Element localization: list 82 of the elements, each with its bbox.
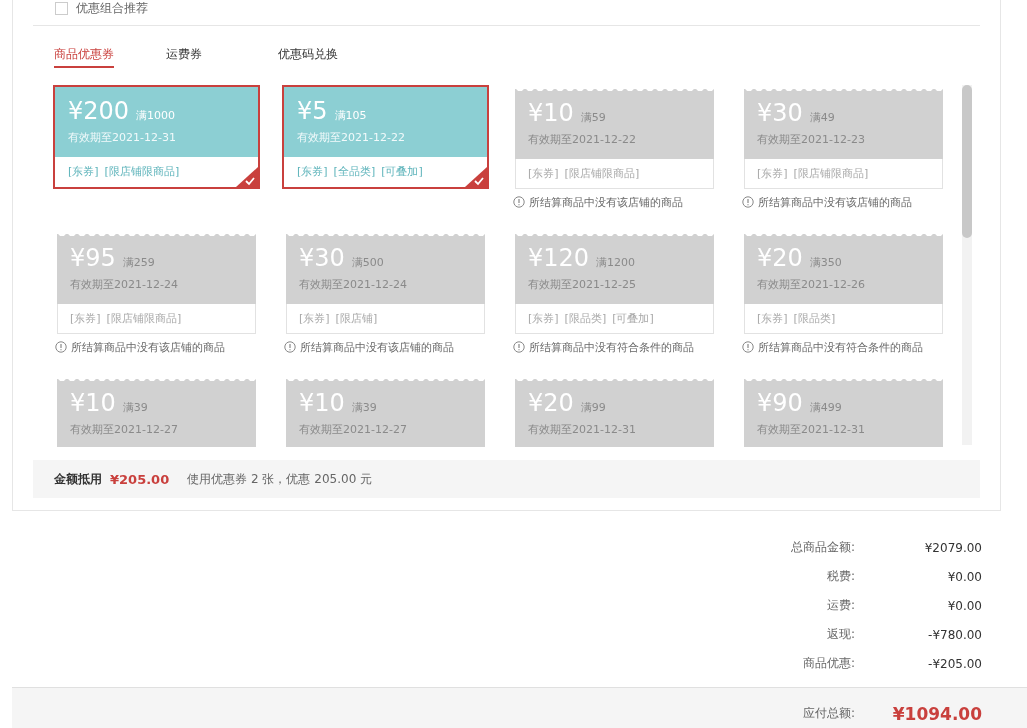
scrollbar[interactable] [962,85,972,445]
coupon-condition: 满105 [334,108,367,123]
coupon-amount: ¥200 [68,97,130,125]
discount-label: 金额抵用 [54,470,102,488]
coupon-condition: 满99 [580,400,606,415]
check-corner-icon [465,167,487,187]
summary-value: -¥780.00 [927,627,982,642]
tab[interactable]: 优惠码兑换 [278,46,338,68]
coupon-amount: ¥5 [297,97,328,125]
coupon-tag: [东券] [70,311,101,326]
coupon[interactable]: ¥200 满1000 有效期至2021-12-31 [东券] [限店铺限商品] [53,85,260,189]
coupon-warning: 所结算商品中没有该店铺的商品 [758,194,912,210]
coupon-condition: 满259 [122,255,155,270]
coupon-condition: 满39 [122,400,148,415]
checkbox[interactable] [55,1,68,15]
coupon-tag: [限品类] [564,311,607,326]
coupon-tag: [全品类] [333,164,376,179]
coupon-tag: [东券] [68,164,99,179]
total-value: ¥1094.00 [891,703,982,724]
info-icon [284,341,296,353]
coupon-expiry: 有效期至2021-12-25 [528,277,637,292]
coupon-tag: [东券] [299,311,330,326]
coupon-condition: 满49 [809,110,835,125]
coupon-warning: 所结算商品中没有符合条件的商品 [529,339,694,355]
summary-label: 运费: [825,597,855,614]
summary-label: 商品优惠: [801,655,855,672]
coupon-expiry: 有效期至2021-12-22 [528,132,637,147]
discount-note: 使用优惠券 2 张，优惠 205.00 元 [187,470,373,488]
summary-label: 总商品金额: [789,539,855,556]
summary-label: 返现: [825,626,855,643]
coupon-tag: [可叠加] [381,164,423,179]
info-icon [742,196,754,208]
coupon-tag: [可叠加] [612,311,654,326]
coupon-expiry: 有效期至2021-12-24 [70,277,179,292]
coupon-tag: [限店铺限商品] [564,166,640,181]
info-icon [55,341,67,353]
coupon-tag: [东券] [528,166,559,181]
info-icon [742,341,754,353]
coupon-tag: [限店铺限商品] [106,311,182,326]
coupon-tag: [限品类] [793,311,836,326]
coupon-condition: 满499 [809,400,842,415]
summary-value: ¥2079.00 [923,540,982,555]
info-icon [513,341,525,353]
coupon-tag: [限店铺] [335,311,378,326]
coupon-expiry: 有效期至2021-12-31 [757,422,866,437]
coupon-condition: 满500 [351,255,384,270]
coupon-tag: [限店铺限商品] [104,164,180,179]
coupon-warning: 所结算商品中没有该店铺的商品 [529,194,683,210]
coupon-warning: 所结算商品中没有该店铺的商品 [71,339,225,355]
coupon-condition: 满59 [580,110,606,125]
coupon-expiry: 有效期至2021-12-31 [528,422,637,437]
coupon-tag: [限店铺限商品] [793,166,869,181]
coupon-condition: 满350 [809,255,842,270]
coupon-tag: [东券] [528,311,559,326]
coupon-expiry: 有效期至2021-12-23 [757,132,866,147]
coupon-condition: 满1000 [136,108,176,123]
coupon-expiry: 有效期至2021-12-27 [299,422,408,437]
coupon-expiry: 有效期至2021-12-27 [70,422,179,437]
coupon[interactable]: ¥5 满105 有效期至2021-12-22 [东券] [全品类] [可叠加] [282,85,489,189]
coupon-expiry: 有效期至2021-12-31 [68,130,177,145]
coupon-warning: 所结算商品中没有该店铺的商品 [300,339,454,355]
coupon-condition: 满39 [351,400,377,415]
tab[interactable]: 运费券 [166,46,202,68]
coupon-tag: [东券] [297,164,328,179]
coupon-condition: 满1200 [596,255,636,270]
coupon-expiry: 有效期至2021-12-22 [297,130,406,145]
tab[interactable]: 商品优惠券 [54,46,114,68]
info-icon [513,196,525,208]
checkbox-label: 优惠组合推荐 [76,0,148,17]
check-corner-icon [236,167,258,187]
scrollbar-thumb[interactable] [962,85,972,238]
coupon-warning: 所结算商品中没有符合条件的商品 [758,339,923,355]
total-label: 应付总额: [801,705,855,722]
discount-amount: ¥205.00 [110,471,170,487]
summary-value: -¥205.00 [927,656,982,671]
coupon-tag: [东券] [757,166,788,181]
coupon-tag: [东券] [757,311,788,326]
summary-label: 税费: [825,568,855,585]
summary-value: ¥0.00 [946,569,982,584]
summary-value: ¥0.00 [946,598,982,613]
coupon-expiry: 有效期至2021-12-26 [757,277,866,292]
coupon-expiry: 有效期至2021-12-24 [299,277,408,292]
